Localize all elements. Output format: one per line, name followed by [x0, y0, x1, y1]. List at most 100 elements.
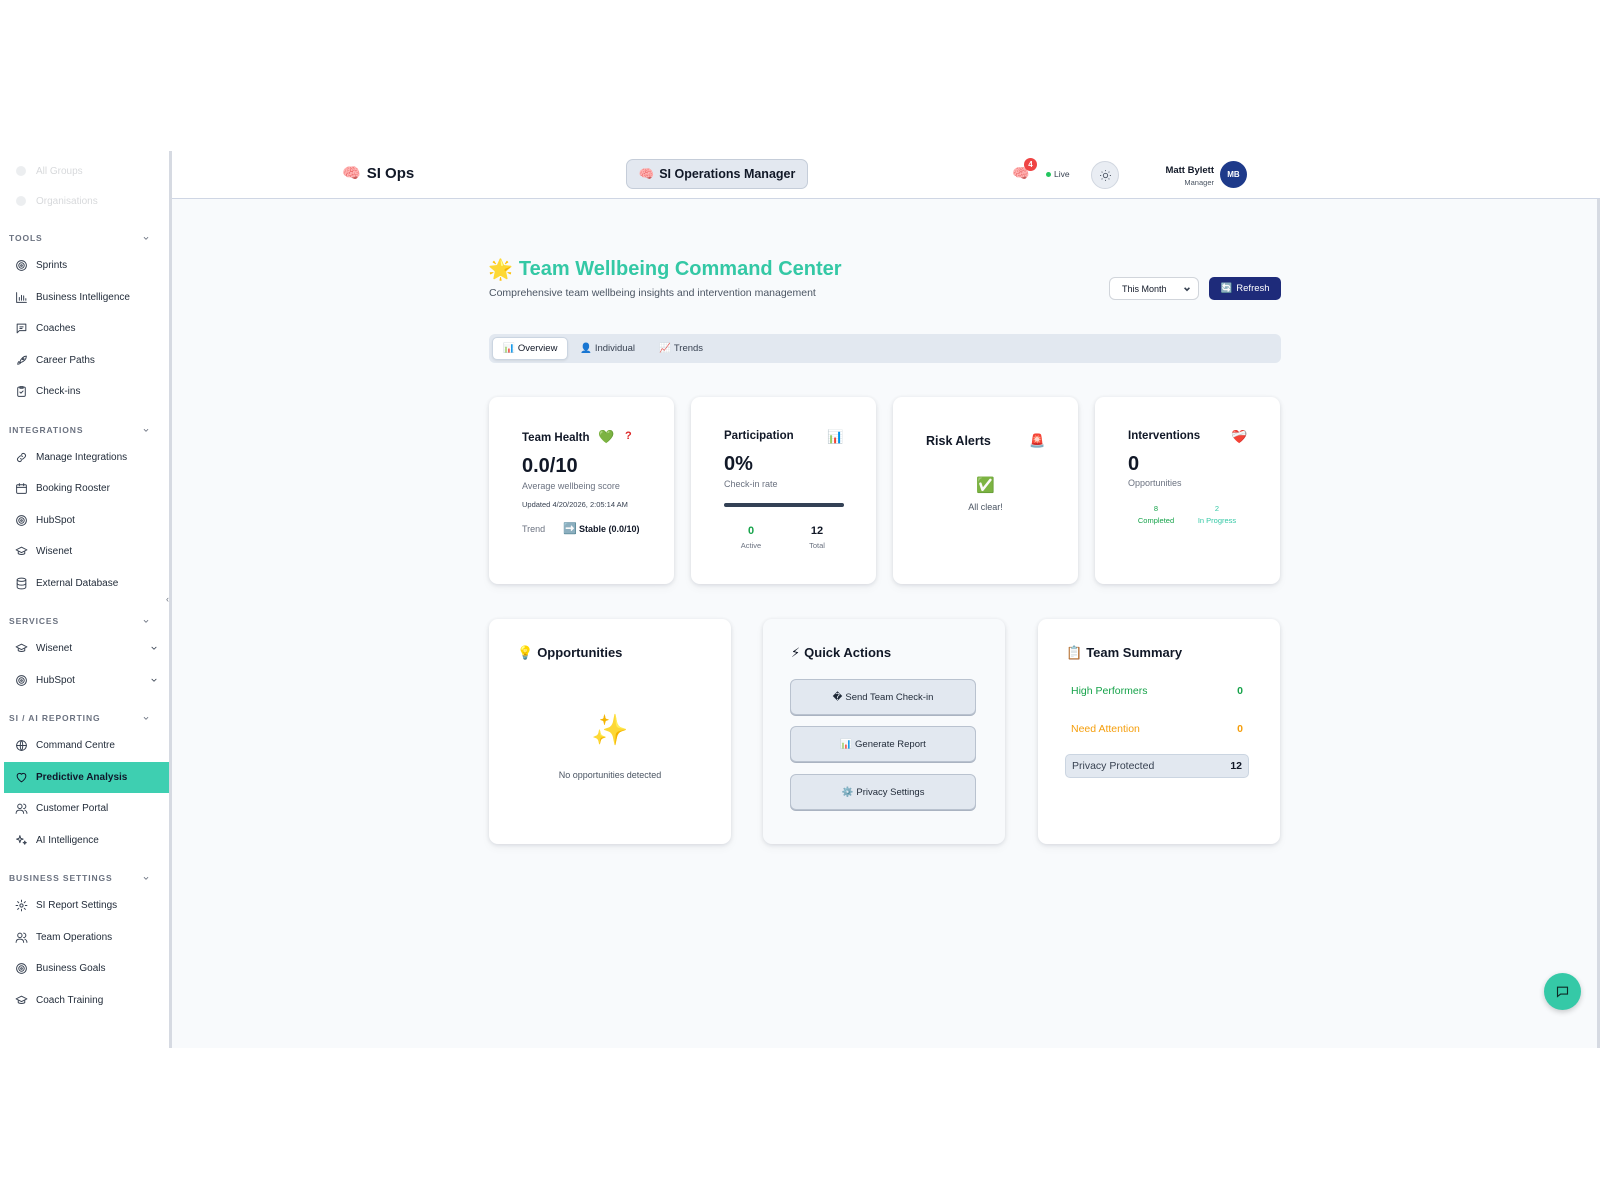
- participation-progress-track: [724, 503, 844, 507]
- sidebar-section-title: TOOLS: [9, 233, 43, 243]
- sidebar-item-sprints[interactable]: Sprints: [0, 250, 169, 282]
- risk-alerts-card: Risk Alerts 🚨 ✅ All clear!: [893, 397, 1078, 584]
- sidebar-section-title: SI / AI REPORTING: [9, 713, 101, 723]
- sidebar-item-ai-intelligence[interactable]: AI Intelligence: [0, 825, 169, 857]
- tab-overview[interactable]: 📊 Overview: [492, 337, 569, 360]
- lightning-icon: ⚡: [791, 645, 801, 660]
- chevron-down-icon: [143, 716, 149, 720]
- chat-button[interactable]: [1544, 973, 1581, 1010]
- summary-value: 0: [1237, 723, 1243, 735]
- trend-value: Stable (0.0/10): [579, 524, 640, 534]
- arrow-right-icon: ➡️: [563, 523, 577, 535]
- brand-logo[interactable]: 🧠 SI Ops: [342, 164, 414, 183]
- user-name: Matt Bylett: [1165, 165, 1214, 176]
- sidebar-item-manage-integrations[interactable]: Manage Integrations: [0, 442, 169, 474]
- participation-title: Participation: [724, 430, 794, 442]
- sidebar-item-wisenet[interactable]: Wisenet: [0, 633, 169, 665]
- bar-chart-icon: 📊: [840, 738, 853, 750]
- chevron-down-icon: [143, 876, 149, 880]
- summary-row-privacy-protected: Privacy Protected 12: [1065, 754, 1249, 778]
- faded-icon: [16, 166, 26, 176]
- trend-icon: 📈: [659, 343, 671, 354]
- sidebar-item-coach-training[interactable]: Coach Training: [0, 985, 169, 1017]
- sidebar-section-services[interactable]: SERVICES: [0, 609, 169, 633]
- sidebar-item-business-goals[interactable]: Business Goals: [0, 953, 169, 985]
- sparkles-icon: ✨: [591, 714, 629, 747]
- button-label: Send Team Check-in: [845, 691, 934, 703]
- green-heart-icon: 💚: [598, 429, 615, 444]
- summary-label: High Performers: [1071, 685, 1148, 697]
- sidebar-item-check-ins[interactable]: Check-ins: [0, 376, 169, 408]
- total-label: Total: [809, 541, 825, 550]
- generate-report-button[interactable]: 📊 Generate Report: [790, 726, 976, 762]
- privacy-settings-button[interactable]: ⚙️ Privacy Settings: [790, 774, 976, 810]
- chart-icon: 📊: [503, 343, 515, 354]
- sidebar-item-booking-rooster[interactable]: Booking Rooster: [0, 473, 169, 505]
- summary-label: Need Attention: [1071, 723, 1140, 735]
- sidebar-section-tools[interactable]: TOOLS: [0, 226, 169, 250]
- sidebar-section-business-settings[interactable]: BUSINESS SETTINGS: [0, 866, 169, 890]
- sidebar-item-command-centre[interactable]: Command Centre: [0, 730, 169, 762]
- role-switcher-button[interactable]: 🧠 SI Operations Manager: [626, 159, 808, 189]
- role-label: SI Operations Manager: [659, 167, 796, 181]
- calendar-icon: [16, 483, 27, 495]
- sidebar-item-customer-portal[interactable]: Customer Portal: [0, 793, 169, 825]
- gear-icon: [15, 899, 28, 912]
- sidebar-item-label: Team Operations: [36, 931, 113, 943]
- sidebar-section-si-ai-reporting[interactable]: SI / AI REPORTING: [0, 706, 169, 730]
- team-summary-card: 📋 Team Summary High Performers 0 Need At…: [1038, 619, 1280, 844]
- sidebar-item-label: AI Intelligence: [36, 834, 99, 846]
- brain-icon: 🧠: [342, 165, 361, 182]
- quick-actions-title: ⚡ Quick Actions: [791, 645, 891, 661]
- sidebar-item-si-report-settings[interactable]: SI Report Settings: [0, 890, 169, 922]
- team-health-score: 0.0/10: [522, 455, 578, 477]
- sidebar-item-business-intelligence[interactable]: Business Intelligence: [0, 282, 169, 314]
- graduation-cap-icon: [15, 546, 28, 556]
- team-summary-title-text: Team Summary: [1086, 645, 1183, 660]
- summary-value: 0: [1237, 685, 1243, 697]
- sidebar-item-external-database[interactable]: External Database: [0, 568, 169, 600]
- siren-icon: 🚨: [1029, 433, 1046, 448]
- sidebar-item-label: Business Goals: [36, 963, 106, 975]
- quick-actions-card: ⚡ Quick Actions � Send Team Check-in 📊 G…: [763, 619, 1005, 844]
- sidebar-item-coaches[interactable]: Coaches: [0, 313, 169, 345]
- refresh-button[interactable]: 🔄 Refresh: [1209, 277, 1281, 300]
- period-select[interactable]: This Month: [1109, 277, 1199, 300]
- sidebar-faded-item[interactable]: Organisations: [0, 186, 169, 216]
- period-select-value: This Month: [1122, 283, 1167, 294]
- tab-individual[interactable]: 👤 Individual: [570, 337, 645, 360]
- person-icon: 👤: [580, 343, 592, 354]
- help-icon[interactable]: ?: [625, 430, 632, 442]
- sidebar-item-predictive-analysis[interactable]: Predictive Analysis: [4, 761, 169, 793]
- sidebar-faded-item[interactable]: All Groups: [0, 156, 169, 186]
- sidebar-item-wisenet[interactable]: Wisenet: [0, 536, 169, 568]
- sidebar-item-team-operations[interactable]: Team Operations: [0, 922, 169, 954]
- sidebar-item-hubspot[interactable]: HubSpot: [0, 665, 169, 697]
- sidebar-item-label: Wisenet: [36, 546, 73, 558]
- tab-label: Individual: [594, 343, 635, 354]
- send-team-checkin-button[interactable]: � Send Team Check-in: [790, 679, 976, 715]
- chevron-down-icon[interactable]: [149, 643, 159, 653]
- chevron-down-icon: [1184, 287, 1190, 292]
- link-icon: [17, 452, 26, 462]
- avatar[interactable]: MB: [1220, 161, 1247, 188]
- chevron-down-icon[interactable]: [149, 675, 159, 685]
- refresh-icon: 🔄: [1220, 283, 1233, 294]
- app-window: All Groups Organisations TOOLS Sprints Bus…: [0, 151, 1600, 1048]
- target-icon: [16, 674, 27, 686]
- tab-trends[interactable]: 📈 Trends: [649, 337, 713, 360]
- sidebar-faded-label: Organisations: [36, 195, 98, 207]
- sidebar-item-label: Booking Rooster: [36, 483, 110, 495]
- sidebar-collapse-handle[interactable]: ‹: [166, 594, 169, 604]
- check-icon: ✅: [976, 477, 995, 494]
- chat-bubble-icon: [1556, 986, 1569, 998]
- total-count: 12: [810, 525, 824, 537]
- sidebar-item-career-paths[interactable]: Career Paths: [0, 345, 169, 377]
- sidebar-item-hubspot[interactable]: HubSpot: [0, 505, 169, 537]
- sidebar-section-integrations[interactable]: INTEGRATIONS: [0, 418, 169, 442]
- star-icon: 🌟: [488, 259, 513, 281]
- sidebar-item-label: Wisenet: [36, 643, 73, 655]
- sidebar-item-label: Command Centre: [36, 740, 115, 752]
- interventions-title: Interventions: [1128, 430, 1201, 442]
- live-dot-icon: [1046, 171, 1051, 177]
